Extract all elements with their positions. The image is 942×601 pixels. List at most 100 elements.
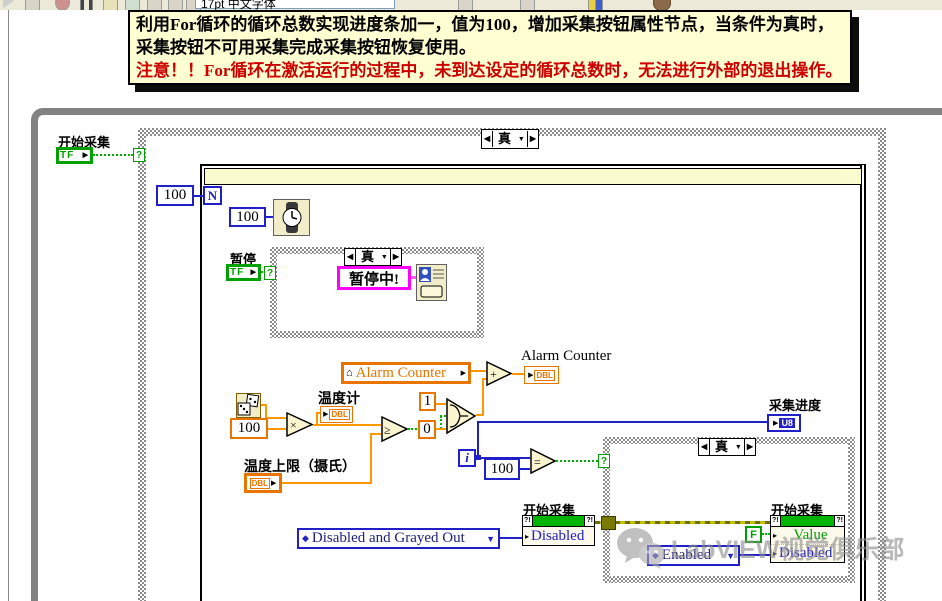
wire-dice-v: [265, 404, 267, 418]
select-node[interactable]: [446, 397, 477, 440]
progress-indicator-terminal[interactable]: ▶ U8: [767, 414, 801, 432]
one-button-dialog-icon[interactable]: [416, 264, 447, 306]
wire-limit-h: [282, 482, 372, 484]
inner-case-selector-label[interactable]: ◀ 真 ▼ ▶: [698, 438, 756, 456]
multiplier-constant[interactable]: 100: [230, 418, 268, 439]
outer-case-selector-label[interactable]: ◀ 真 ▼ ▶: [481, 129, 539, 149]
align-objects-icon[interactable]: [125, 0, 140, 10]
case-prev-arrow-icon[interactable]: ◀: [345, 249, 357, 265]
wire-dice-h: [265, 417, 286, 419]
case-next-arrow-icon[interactable]: ▶: [526, 131, 538, 147]
alarm-counter-local-variable[interactable]: ⌂ Alarm Counter ▶: [341, 362, 471, 384]
inner-case-selector-value[interactable]: 真: [710, 439, 733, 455]
labview-block-diagram-window: 17pt 中文字体 ◀ 真 ▼ ▶ ? 开始采集 TF▶ N 100 100: [0, 0, 942, 601]
wire-limit-v: [370, 433, 372, 484]
wait-ms-icon[interactable]: [273, 199, 310, 241]
add-node[interactable]: +: [486, 360, 513, 392]
wire-select-v: [482, 378, 484, 416]
equal-node[interactable]: =: [530, 447, 557, 480]
toolbar: 17pt 中文字体: [0, 0, 942, 10]
case-next-arrow-icon[interactable]: ▶: [389, 249, 401, 265]
case-next-arrow-icon[interactable]: ▶: [743, 439, 755, 455]
disabled-grayed-ring-constant[interactable]: ◆ Disabled and Grayed Out ▼: [297, 528, 500, 549]
iteration-terminal[interactable]: i: [458, 449, 476, 467]
resize-menu-icon[interactable]: [588, 0, 603, 10]
wire-progress-long: [477, 421, 767, 423]
thermometer-indicator-terminal[interactable]: ▶ DBL: [320, 406, 353, 423]
wire-i-junction: [476, 455, 481, 460]
reorder-menu-icon[interactable]: [653, 0, 671, 10]
case-prev-arrow-icon[interactable]: ◀: [699, 439, 711, 455]
select-false-constant[interactable]: 0: [418, 420, 436, 439]
start-control-terminal[interactable]: TF ▶: [56, 147, 93, 164]
outer-case-selector-terminal[interactable]: ?: [133, 148, 145, 162]
loop-count-constant[interactable]: 100: [156, 185, 194, 206]
greater-equal-symbol: ≥: [384, 423, 391, 437]
pause-case-selector-terminal[interactable]: ?: [264, 266, 276, 280]
watermark-text: LabVIEW视觉俱乐部: [671, 536, 905, 564]
case-dropdown-caret-icon[interactable]: ▼: [379, 253, 390, 261]
font-selector[interactable]: 17pt 中文字体: [195, 0, 395, 10]
wire-mult-out: [313, 424, 381, 426]
comment-text-black: 利用For循环的循环总数实现进度条加一，值为100，增加采集按钮属性节点，当条件…: [136, 15, 834, 57]
wire-add-to-indicator: [512, 373, 524, 375]
terminal-out-arrow-icon: ▶: [460, 368, 466, 377]
for-loop-subdiagram-label[interactable]: [204, 168, 862, 185]
property-row-disabled[interactable]: ▸ Disabled: [523, 527, 594, 545]
wire-select-true: [436, 403, 446, 405]
progress-label[interactable]: 采集进度: [769, 395, 821, 414]
loop-total-constant[interactable]: 100: [484, 458, 520, 480]
pause-control-terminal[interactable]: TF ▶: [226, 264, 261, 281]
ring-caret-icon[interactable]: ▼: [486, 534, 495, 544]
greater-equal-node[interactable]: ≥: [381, 415, 409, 448]
terminal-out-arrow-icon: ▶: [250, 269, 257, 276]
select-true-constant[interactable]: 1: [419, 392, 436, 411]
distribute-objects-icon[interactable]: [147, 0, 162, 10]
multiply-symbol: ×: [290, 418, 297, 432]
ring-diamond-icon: ◆: [302, 533, 309, 543]
property-node-help-icon: ?!: [523, 516, 532, 526]
inner-case-border-bottom: [603, 576, 855, 583]
wire-control-reference: [595, 521, 770, 524]
distribute-menu-icon[interactable]: [520, 0, 535, 10]
outer-case-selector-value[interactable]: 真: [493, 131, 516, 147]
write-arrow-icon: ▸: [525, 531, 530, 541]
alarm-counter-indicator-label[interactable]: Alarm Counter: [521, 348, 611, 365]
pause-case-border-right: [477, 247, 484, 338]
pause-case-selector-value[interactable]: 真: [356, 249, 379, 265]
case-dropdown-caret-icon[interactable]: ▼: [733, 443, 744, 451]
terminal-in-arrow-icon: ▶: [323, 410, 329, 418]
terminal-out-arrow-icon: ▶: [271, 478, 277, 487]
property-node-left[interactable]: ?! ?! ▸ Disabled: [522, 515, 595, 546]
add-symbol: +: [490, 367, 497, 381]
case-prev-arrow-icon[interactable]: ◀: [482, 131, 494, 147]
thermometer-label[interactable]: 温度计: [318, 388, 360, 408]
align-menu-icon[interactable]: [458, 0, 473, 10]
property-node-header: ?! ?!: [523, 516, 594, 527]
for-loop-count-terminal[interactable]: N: [203, 186, 222, 205]
wire-total-to-equal: [520, 468, 530, 470]
equal-symbol: =: [534, 455, 541, 469]
multiply-node[interactable]: ×: [286, 411, 314, 443]
pause-button-icon[interactable]: [80, 0, 93, 10]
wire-limit-h2: [370, 433, 381, 435]
wire-i-v: [477, 421, 479, 457]
case-dropdown-caret-icon[interactable]: ▼: [516, 135, 527, 143]
inner-case-selector-terminal[interactable]: ?: [598, 454, 610, 468]
alarm-counter-indicator-terminal[interactable]: ▶ DBL: [524, 366, 559, 384]
run-continuous-icon[interactable]: [25, 0, 40, 10]
pause-message-string-constant[interactable]: 暂停中!: [337, 266, 411, 290]
outer-case-border-left: [138, 128, 146, 601]
run-button-icon[interactable]: [3, 0, 14, 8]
reference-tunnel: [601, 516, 616, 530]
resize-objects-icon[interactable]: [168, 0, 183, 10]
abort-button-icon[interactable]: [55, 0, 70, 10]
pause-case-border-left: [270, 247, 277, 338]
comment-box[interactable]: 利用For循环的循环总数实现进度条加一，值为100，增加采集按钮属性节点，当条件…: [128, 10, 852, 85]
wire-localvar-to-add: [471, 370, 486, 372]
clipboard-icon[interactable]: [103, 0, 118, 10]
comment-text-red: 注意！！For循环在激活运行的过程中，未到达设定的循环总数时，无法进行外部的退出…: [136, 61, 843, 80]
pause-case-selector-label[interactable]: ◀ 真 ▼ ▶: [344, 248, 402, 266]
temperature-limit-control-terminal[interactable]: DBL ▶: [244, 473, 282, 493]
wait-ms-constant[interactable]: 100: [229, 207, 266, 227]
